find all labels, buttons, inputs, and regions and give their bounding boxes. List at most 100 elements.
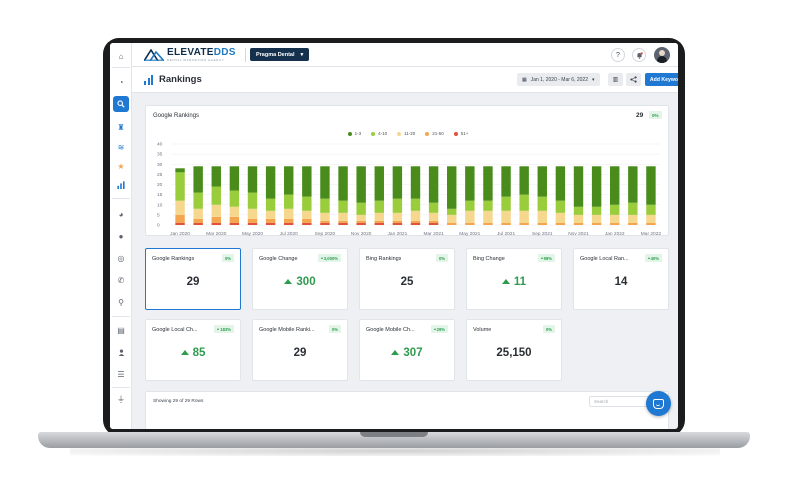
bar-segment[interactable]	[447, 222, 457, 225]
bar-segment[interactable]	[356, 166, 366, 203]
kpi-card[interactable]: Google Change 3,000% 300	[252, 248, 348, 310]
bar-segment[interactable]	[519, 222, 529, 225]
search-icon[interactable]	[113, 96, 129, 112]
bar-segment[interactable]	[229, 190, 240, 207]
bar-segment[interactable]	[573, 206, 584, 215]
list-icon[interactable]: ☰	[113, 366, 129, 382]
bar-segment[interactable]	[211, 166, 221, 187]
bar-segment[interactable]	[193, 222, 203, 225]
table-view-button[interactable]: ▥	[608, 73, 623, 86]
bar-segment[interactable]	[573, 222, 584, 225]
bar-segment[interactable]	[320, 222, 330, 225]
bar-segment[interactable]	[284, 222, 294, 225]
bar-segment[interactable]	[175, 214, 185, 223]
bar-segment[interactable]	[302, 218, 312, 223]
location-pin-icon[interactable]: ⚲	[113, 294, 129, 310]
bar-segment[interactable]	[247, 222, 258, 225]
bar-segment[interactable]	[211, 204, 221, 217]
bar-segment[interactable]	[410, 166, 421, 199]
bar-segment[interactable]	[610, 204, 620, 215]
bar-segment[interactable]	[410, 198, 421, 211]
legend-item[interactable]: 21-50	[425, 131, 444, 136]
bar-segment[interactable]	[591, 206, 602, 215]
bar-segment[interactable]	[247, 218, 258, 223]
bar-segment[interactable]	[628, 214, 638, 223]
bar-segment[interactable]	[447, 208, 457, 215]
bar-segment[interactable]	[392, 222, 403, 225]
bar-segment[interactable]	[356, 214, 366, 221]
kpi-card[interactable]: Google Mobile Ch... 29% 307	[359, 319, 455, 381]
user-avatar[interactable]	[654, 47, 670, 63]
bar-segment[interactable]	[483, 222, 493, 225]
bar-segment[interactable]	[356, 222, 366, 225]
wifi-icon[interactable]: ≋	[113, 139, 129, 155]
legend-item[interactable]: 11-20	[397, 131, 415, 136]
bar-segment[interactable]	[175, 222, 185, 225]
question-icon[interactable]: ?	[611, 48, 625, 62]
bar-segment[interactable]	[628, 166, 638, 203]
bar-segment[interactable]	[320, 212, 330, 221]
bar-segment[interactable]	[555, 166, 566, 201]
bar-segment[interactable]	[501, 210, 511, 223]
support-icon[interactable]: ◎	[113, 250, 129, 266]
bar-segment[interactable]	[320, 166, 330, 199]
phone-icon[interactable]: ✆	[113, 272, 129, 288]
date-range-picker[interactable]: ▦ Jan 1, 2020 - Mar 6, 2022 ▾	[517, 73, 600, 86]
bar-segment[interactable]	[265, 198, 276, 211]
bar-segment[interactable]	[229, 206, 240, 217]
rankings-icon[interactable]	[113, 177, 129, 193]
bar-segment[interactable]	[229, 222, 240, 225]
bar-segment[interactable]	[175, 172, 185, 201]
star-icon[interactable]: ★	[113, 158, 129, 174]
bar-segment[interactable]	[284, 218, 294, 223]
bar-segment[interactable]	[374, 200, 384, 213]
bar-segment[interactable]	[320, 198, 330, 213]
bar-segment[interactable]	[465, 200, 475, 211]
bar-segment[interactable]	[537, 210, 547, 223]
bell-icon[interactable]	[632, 48, 646, 62]
bar-segment[interactable]	[302, 196, 312, 211]
bar-segment[interactable]	[338, 220, 348, 223]
bar-segment[interactable]	[193, 166, 203, 193]
bar-segment[interactable]	[392, 212, 403, 221]
trophy-icon[interactable]: ♜	[113, 119, 129, 135]
bar-segment[interactable]	[447, 166, 457, 209]
legend-item[interactable]: 51+	[453, 131, 468, 136]
bar-segment[interactable]	[211, 222, 221, 225]
bar-segment[interactable]	[338, 166, 348, 201]
user-icon[interactable]	[113, 344, 129, 360]
bar-segment[interactable]	[392, 220, 403, 223]
bar-segment[interactable]	[193, 208, 203, 219]
bar-segment[interactable]	[410, 210, 421, 221]
bar-segment[interactable]	[465, 222, 475, 225]
bar-segment[interactable]	[646, 214, 656, 223]
bar-segment[interactable]	[247, 166, 258, 193]
bar-segment[interactable]	[537, 222, 547, 225]
bar-segment[interactable]	[591, 214, 602, 223]
bar-segment[interactable]	[247, 192, 258, 209]
bar-segment[interactable]	[519, 166, 529, 195]
bar-segment[interactable]	[573, 166, 584, 207]
bar-segment[interactable]	[447, 214, 457, 223]
bar-segment[interactable]	[338, 212, 348, 221]
kpi-card[interactable]: Google Mobile Ranki... 0% 29	[252, 319, 348, 381]
bar-segment[interactable]	[374, 166, 384, 201]
bar-segment[interactable]	[356, 202, 366, 215]
bar-segment[interactable]	[537, 166, 547, 197]
bar-segment[interactable]	[501, 166, 511, 197]
bar-segment[interactable]	[284, 166, 294, 195]
document-icon[interactable]: ▤	[113, 322, 129, 338]
bar-segment[interactable]	[501, 196, 511, 211]
bar-segment[interactable]	[302, 222, 312, 225]
bar-segment[interactable]	[628, 202, 638, 215]
kpi-card[interactable]: Google Rankings 0% 29	[145, 248, 241, 310]
bar-segment[interactable]	[302, 210, 312, 219]
search-input[interactable]	[589, 396, 649, 407]
bar-segment[interactable]	[374, 222, 384, 225]
kpi-card[interactable]: Bing Rankings 0% 25	[359, 248, 455, 310]
bar-segment[interactable]	[573, 214, 584, 223]
bar-segment[interactable]	[501, 222, 511, 225]
bar-segment[interactable]	[320, 220, 330, 223]
kpi-card[interactable]: Bing Change 98% 11	[466, 248, 562, 310]
bar-segment[interactable]	[428, 212, 439, 221]
